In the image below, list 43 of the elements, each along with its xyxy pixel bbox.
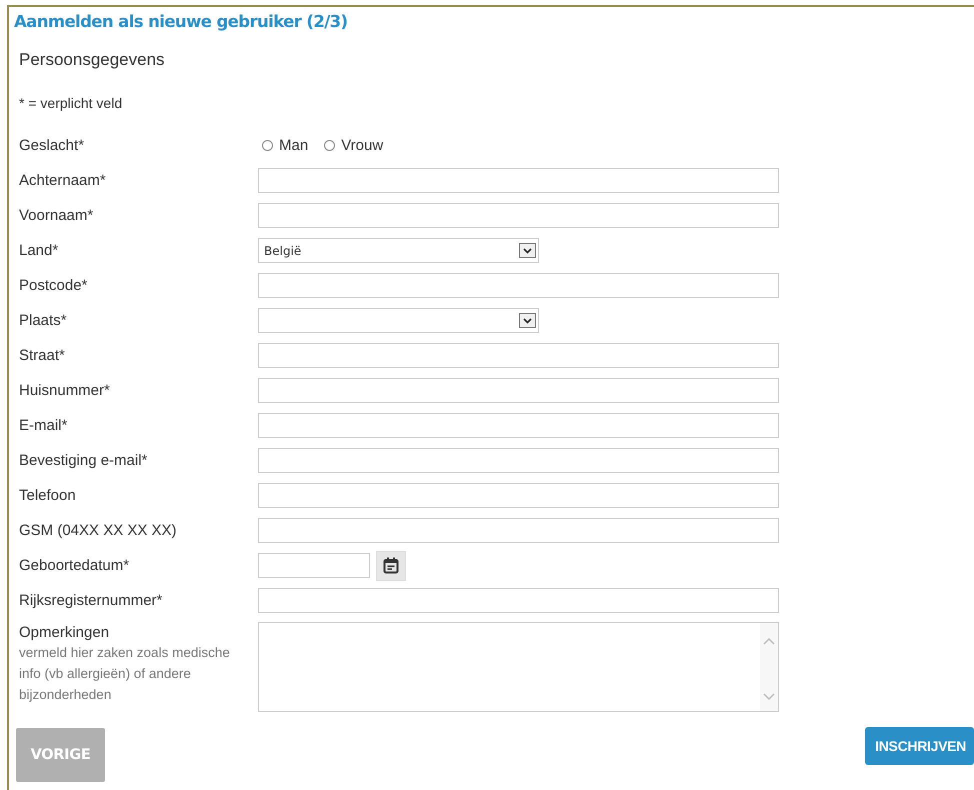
field-label: E-mail* bbox=[19, 416, 68, 434]
input-field[interactable] bbox=[258, 518, 779, 543]
input-field[interactable] bbox=[258, 168, 779, 193]
calendar-icon bbox=[383, 557, 399, 574]
radio-button[interactable] bbox=[262, 140, 273, 151]
field-hint: vermeld hier zaken zoals medische info (vb allergieën) of andere bijzonderheden bbox=[19, 644, 231, 704]
calendar-button[interactable] bbox=[376, 550, 406, 580]
field-label: Postcode* bbox=[19, 276, 88, 294]
field-label: Bevestiging e-mail* bbox=[19, 452, 148, 470]
field-label: Straat* bbox=[19, 346, 66, 364]
field-label: Land* bbox=[19, 242, 60, 260]
field-label: Achternaam* bbox=[19, 172, 107, 190]
input-field[interactable] bbox=[258, 203, 779, 228]
input-field[interactable] bbox=[258, 343, 779, 368]
radio-label[interactable]: Vrouw bbox=[341, 137, 384, 154]
field-label: GSM (04XX XX XX XX) bbox=[19, 522, 178, 540]
radio-button[interactable] bbox=[324, 140, 336, 151]
field-label: Telefoon bbox=[19, 486, 77, 504]
scrollbar[interactable] bbox=[760, 623, 778, 711]
required-note: * = verplicht veld bbox=[19, 94, 122, 112]
dropdown[interactable]: België bbox=[258, 238, 539, 263]
page-title: Aanmelden als nieuwe gebruiker (2/3) bbox=[14, 11, 348, 33]
field-label: Voornaam* bbox=[19, 206, 94, 224]
field-label: Opmerkingen bbox=[19, 624, 110, 642]
input-field[interactable] bbox=[258, 378, 779, 403]
field-label: Geslacht* bbox=[19, 136, 86, 154]
scroll-down-icon[interactable] bbox=[763, 693, 775, 701]
radio-label[interactable]: Man bbox=[279, 137, 308, 154]
input-field[interactable] bbox=[258, 483, 779, 508]
scroll-up-icon[interactable] bbox=[763, 637, 775, 645]
date-field[interactable] bbox=[258, 553, 370, 578]
submit-button[interactable]: INSCHRIJVEN bbox=[865, 727, 974, 765]
field-label: Huisnummer* bbox=[19, 382, 111, 400]
input-field[interactable] bbox=[258, 448, 779, 473]
field-label: Geboortedatum* bbox=[19, 556, 130, 574]
field-label: Plaats* bbox=[19, 312, 68, 330]
input-field[interactable] bbox=[258, 413, 779, 438]
field-label: Rijksregisternummer* bbox=[19, 592, 164, 610]
dropdown[interactable] bbox=[258, 308, 539, 333]
textarea-field[interactable] bbox=[258, 622, 779, 712]
section-heading: Persoonsgegevens bbox=[19, 50, 165, 70]
input-field[interactable] bbox=[258, 588, 779, 613]
input-field[interactable] bbox=[258, 273, 779, 298]
